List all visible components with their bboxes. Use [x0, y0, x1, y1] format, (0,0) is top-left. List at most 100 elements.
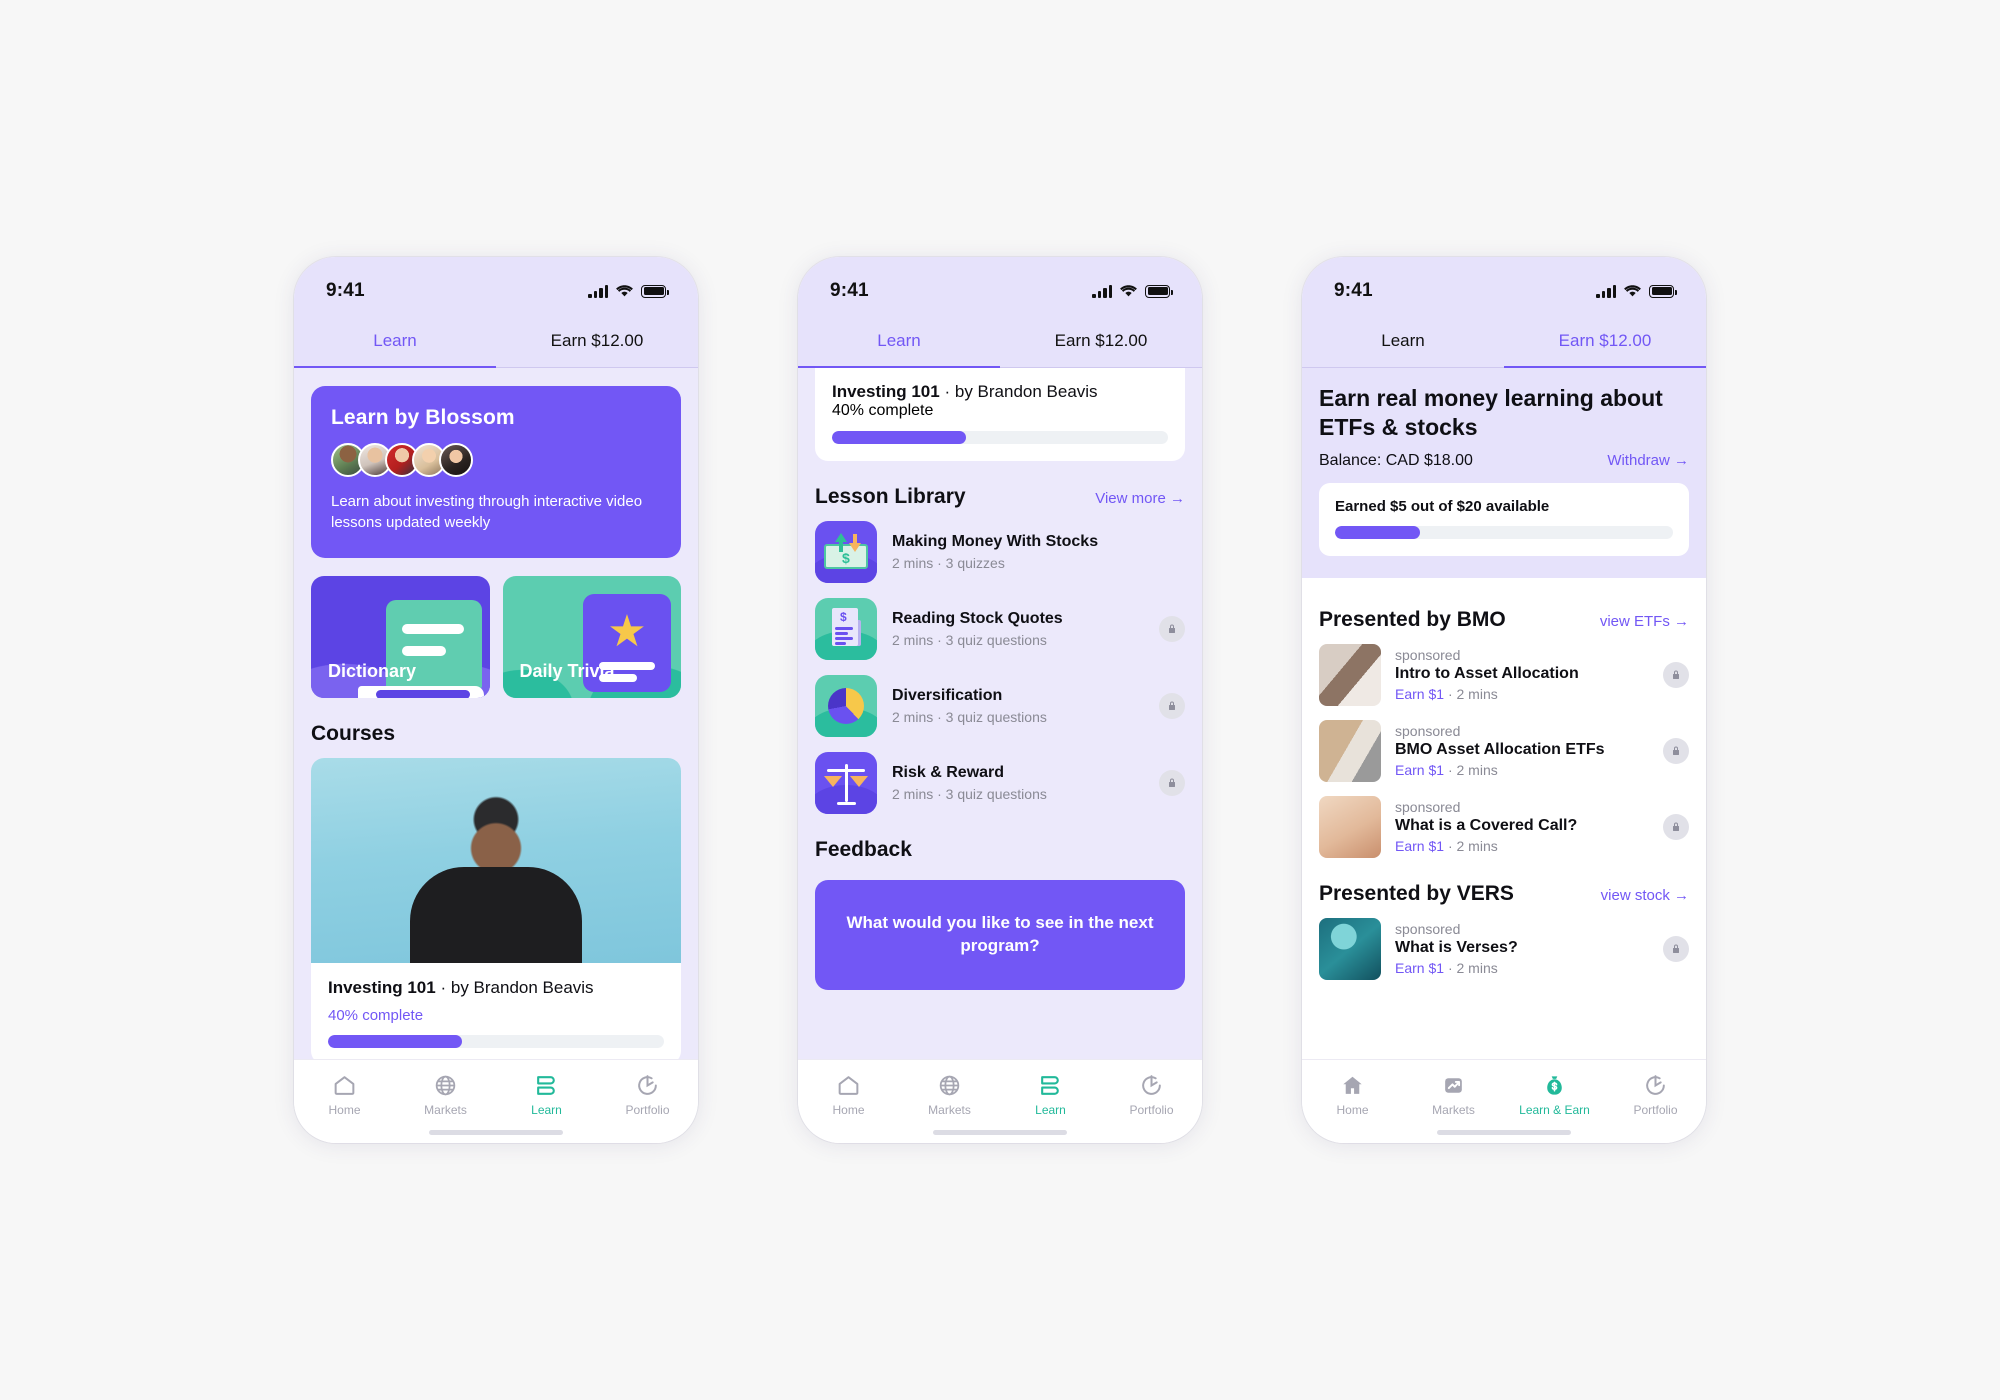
sponsored-row[interactable]: sponsored Intro to Asset Allocation Earn… [1319, 643, 1689, 706]
nav-label: Markets [424, 1103, 467, 1118]
duration: 2 mins [1456, 686, 1498, 702]
earn-amount: Earn $1 [1395, 762, 1445, 778]
screen-content-earn: Earn real money learning about ETFs & st… [1302, 368, 1706, 1059]
tile-label: Dictionary [328, 660, 417, 681]
home-indicator [798, 1121, 1202, 1143]
tab-learn[interactable]: Learn [294, 315, 496, 368]
hero-description: Learn about investing through interactiv… [331, 493, 643, 532]
section-header-vers: Presented by VERS view stock → [1319, 882, 1689, 906]
duration: 2 mins [1456, 960, 1498, 976]
status-bar: 9:41 [1302, 257, 1706, 315]
learn-by-blossom-card[interactable]: Learn by Blossom Learn about investing t… [311, 386, 681, 558]
lesson-row[interactable]: Diversification 2 mins · 3 quiz question… [815, 675, 1185, 737]
tab-earn[interactable]: Earn $12.00 [1000, 315, 1202, 368]
nav-item-markets[interactable]: Markets [1403, 1072, 1504, 1117]
lesson-row[interactable]: Risk & Reward 2 mins · 3 quiz questions [815, 752, 1185, 814]
feedback-prompt-card[interactable]: What would you like to see in the next p… [815, 880, 1185, 990]
meta-separator: · [1447, 762, 1453, 778]
lock-icon [1159, 770, 1185, 796]
sponsored-row[interactable]: sponsored What is Verses? Earn $1 · 2 mi… [1319, 917, 1689, 980]
nav-item-learn-earn[interactable]: Learn & Earn [1504, 1072, 1605, 1117]
feedback-prompt-text: What would you like to see in the next p… [846, 913, 1154, 955]
tile-daily-trivia[interactable]: ★ Daily Trivia [502, 575, 681, 698]
nav-item-portfolio[interactable]: Portfolio [597, 1072, 698, 1117]
nav-label: Learn [531, 1103, 562, 1118]
nav-item-markets[interactable]: Markets [899, 1072, 1000, 1117]
wifi-icon [1624, 285, 1641, 297]
sponsored-title: What is Verses? [1395, 939, 1518, 956]
sponsored-thumbnail [1319, 719, 1381, 782]
sponsored-row[interactable]: sponsored What is a Covered Call? Earn $… [1319, 795, 1689, 858]
tab-earn[interactable]: Earn $12.00 [496, 315, 698, 368]
lock-icon [1663, 661, 1689, 688]
portfolio-icon [1101, 1072, 1202, 1098]
home-indicator [1302, 1121, 1706, 1143]
withdraw-link[interactable]: Withdraw → [1607, 452, 1689, 469]
course-card[interactable]: Investing 101 · by Brandon Beavis 40% co… [311, 757, 681, 1060]
sponsored-thumbnail [1319, 917, 1381, 980]
course-progress-card[interactable]: Investing 101 · by Brandon Beavis 40% co… [815, 368, 1185, 461]
phone-screen-learn: 9:41 Learn Earn $12.00 Learn by Blossom [294, 257, 698, 1143]
chart-icon [1403, 1072, 1504, 1098]
lesson-thumbnail-money: $ [815, 521, 877, 583]
sponsored-thumbnail [1319, 795, 1381, 858]
course-progress-bar [832, 431, 1168, 444]
nav-item-learn[interactable]: Learn [496, 1072, 597, 1117]
bottom-nav-bar: Home Markets Learn & Earn Portfolio [1302, 1059, 1706, 1121]
nav-item-portfolio[interactable]: Portfolio [1605, 1072, 1706, 1117]
cellular-signal-icon [1596, 284, 1616, 298]
courses-section-header: Courses [311, 722, 681, 746]
home-icon [1302, 1072, 1403, 1098]
view-stock-link[interactable]: view stock → [1601, 887, 1689, 904]
book-icon [1000, 1072, 1101, 1098]
course-title: Investing 101 [328, 977, 436, 997]
sponsored-row[interactable]: sponsored BMO Asset Allocation ETFs Earn… [1319, 719, 1689, 782]
nav-label: Portfolio [1129, 1103, 1174, 1117]
sponsored-meta: Earn $1 · 2 mins [1395, 960, 1649, 976]
nav-item-markets[interactable]: Markets [395, 1072, 496, 1117]
lesson-library-header: Lesson Library View more → [815, 485, 1185, 509]
view-more-link[interactable]: View more → [1095, 490, 1185, 507]
tab-learn[interactable]: Learn [798, 315, 1000, 368]
tile-dictionary[interactable]: Dictionary [311, 575, 490, 698]
screen-content-learn: Learn by Blossom Learn about investing t… [294, 368, 698, 1060]
section-heading: Presented by VERS [1319, 881, 1514, 905]
nav-label: Home [328, 1103, 361, 1118]
lesson-thumbnail-diversification [815, 675, 877, 737]
avatar [439, 443, 473, 477]
wifi-icon [1120, 285, 1137, 297]
nav-label: Learn & Earn [1519, 1103, 1590, 1117]
status-indicators [1092, 284, 1173, 298]
lesson-meta: 2 mins · 3 quiz questions [892, 709, 1047, 725]
portfolio-icon [1605, 1072, 1706, 1098]
top-tab-bar: Learn Earn $12.00 [1302, 315, 1706, 368]
sponsored-meta: Earn $1 · 2 mins [1395, 762, 1649, 778]
nav-item-home[interactable]: Home [294, 1072, 395, 1117]
lesson-row[interactable]: $ Making Money With Stocks 2 mins · 3 qu… [815, 521, 1185, 583]
quick-tiles: Dictionary ★ Daily Trivia [311, 575, 681, 698]
sponsored-tag: sponsored [1395, 921, 1461, 937]
earned-progress-card: Earned $5 out of $20 available [1319, 482, 1689, 556]
tab-learn[interactable]: Learn [1302, 315, 1504, 368]
nav-item-learn[interactable]: Learn [1000, 1072, 1101, 1117]
tab-earn[interactable]: Earn $12.00 [1504, 315, 1706, 368]
course-progress-label: 40% complete [328, 1006, 424, 1024]
view-etfs-link[interactable]: view ETFs → [1600, 613, 1689, 630]
nav-label: Markets [928, 1103, 971, 1117]
globe-icon [899, 1072, 1000, 1098]
sponsored-tag: sponsored [1395, 723, 1461, 739]
nav-item-portfolio[interactable]: Portfolio [1101, 1072, 1202, 1117]
top-tab-bar: Learn Earn $12.00 [294, 315, 698, 368]
course-separator: · [944, 382, 951, 401]
sponsored-title: What is a Covered Call? [1395, 817, 1578, 834]
nav-item-home[interactable]: Home [1302, 1072, 1403, 1117]
nav-item-home[interactable]: Home [798, 1072, 899, 1117]
lesson-meta: 2 mins · 3 quizzes [892, 555, 1005, 571]
meta-separator: · [1447, 960, 1453, 976]
globe-icon [395, 1072, 496, 1098]
earned-progress-bar [1335, 525, 1673, 539]
lesson-row[interactable]: $ Reading Stock Quotes 2 mins · 3 quiz q… [815, 598, 1185, 660]
book-icon [496, 1072, 597, 1098]
status-time: 9:41 [326, 280, 365, 301]
bottom-nav-bar: Home Markets Learn Portfolio [798, 1059, 1202, 1121]
